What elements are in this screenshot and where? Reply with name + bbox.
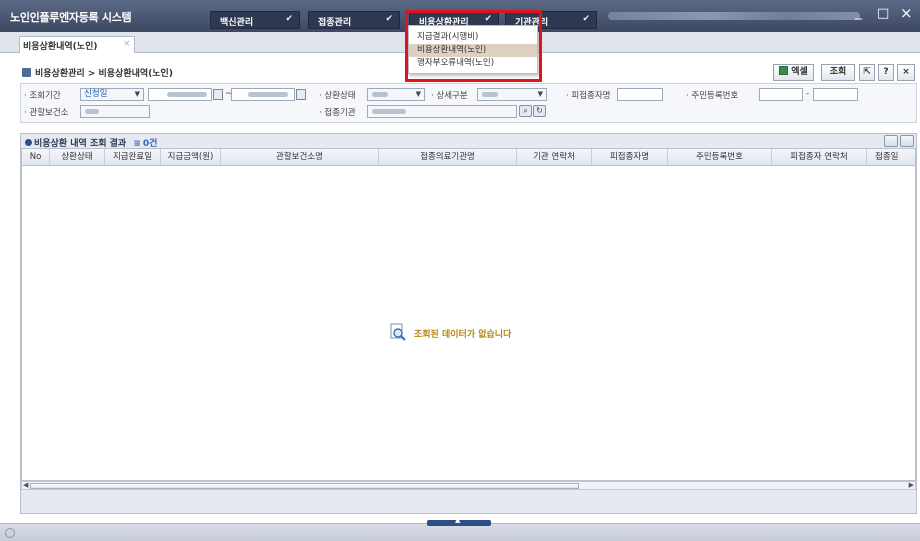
col-vaccination-date[interactable]: 접종일 bbox=[867, 149, 915, 166]
search-panel: · 조회기간 신청일 ▼ ~ · 상환상태 ▼ · 상세구분 ▼ · 피접종자명… bbox=[20, 83, 917, 123]
col-rrn[interactable]: 주민등록번호 bbox=[668, 149, 772, 166]
scroll-thumb[interactable] bbox=[30, 483, 579, 489]
rrn-back-input[interactable] bbox=[813, 88, 858, 101]
highlight-box bbox=[405, 10, 542, 82]
institution-label: · 접종기관 bbox=[319, 108, 356, 118]
search-icon[interactable]: ⌕ bbox=[519, 105, 532, 117]
chevron-up-icon: ▲ bbox=[455, 516, 461, 524]
col-payment-date[interactable]: 지급완료일 bbox=[105, 149, 161, 166]
vaccinee-name-input[interactable] bbox=[617, 88, 663, 101]
scroll-right-icon[interactable]: ▶ bbox=[909, 481, 914, 489]
health-center-label: · 관할보건소 bbox=[24, 108, 69, 118]
app-title: 노인인플루엔자등록 시스템 bbox=[10, 11, 132, 24]
empty-message: 조회된 데이터가 없습니다 bbox=[414, 330, 512, 340]
col-no[interactable]: No bbox=[22, 149, 50, 166]
user-info-blurred bbox=[608, 12, 860, 20]
detail-label: · 상세구분 bbox=[431, 91, 468, 101]
rrn-front-input[interactable] bbox=[759, 88, 803, 101]
excel-button-label: 엑셀 bbox=[791, 67, 808, 77]
chevron-down-icon: ✔ bbox=[582, 14, 590, 24]
minimize-button[interactable]: _ bbox=[855, 4, 862, 20]
chevron-down-icon: ▼ bbox=[537, 90, 543, 98]
close-icon[interactable]: × bbox=[123, 39, 131, 49]
export-icon[interactable]: ⇱ bbox=[859, 64, 875, 81]
col-vaccinee-name[interactable]: 피접종자명 bbox=[592, 149, 668, 166]
chevron-down-icon: ✔ bbox=[385, 14, 393, 24]
chevron-down-icon: ✔ bbox=[285, 14, 293, 24]
grid-export-icon[interactable] bbox=[900, 135, 914, 147]
magnifier-document-icon bbox=[390, 323, 406, 341]
chevron-down-icon: ▼ bbox=[415, 90, 421, 98]
col-payment-amount[interactable]: 지급금액(원) bbox=[161, 149, 221, 166]
status-select[interactable]: ▼ bbox=[367, 88, 425, 101]
maximize-button[interactable]: □ bbox=[877, 6, 889, 21]
close-window-button[interactable]: × bbox=[900, 4, 913, 22]
page-icon bbox=[22, 68, 31, 77]
help-button[interactable]: ? bbox=[878, 64, 894, 81]
panel-toggle-handle[interactable]: ▲ bbox=[427, 516, 491, 526]
results-grid: 비용상환 내역 조회 결과 ≡ 0건 No 상환상태 지급완료일 지급금액(원) … bbox=[20, 133, 917, 514]
menu-label: 접종관리 bbox=[318, 18, 352, 28]
period-type-select[interactable]: 신청일 ▼ bbox=[80, 88, 144, 101]
period-label: · 조회기간 bbox=[24, 91, 61, 101]
menu-vaccination-management[interactable]: 접종관리 ✔ bbox=[308, 11, 400, 29]
horizontal-scrollbar[interactable]: ◀ ▶ bbox=[21, 481, 916, 490]
rrn-separator: - bbox=[806, 89, 810, 99]
status-icon bbox=[5, 528, 15, 538]
col-status[interactable]: 상환상태 bbox=[50, 149, 105, 166]
grid-column-header: No 상환상태 지급완료일 지급금액(원) 관할보건소명 접종의료기관명 기관 … bbox=[22, 149, 915, 166]
end-date-input[interactable] bbox=[231, 88, 295, 101]
breadcrumb: 비용상환관리 > 비용상환내역(노인) bbox=[22, 66, 173, 79]
col-health-center[interactable]: 관할보건소명 bbox=[221, 149, 379, 166]
tab-reimbursement-history[interactable]: 비용상환내역(노인) × bbox=[19, 36, 135, 53]
col-institution-contact[interactable]: 기관 연락처 bbox=[517, 149, 592, 166]
search-button[interactable]: 조회 bbox=[821, 64, 855, 81]
status-label: · 상환상태 bbox=[319, 91, 356, 101]
grid-header: 비용상환 내역 조회 결과 ≡ 0건 bbox=[21, 134, 916, 149]
reset-icon[interactable]: ↻ bbox=[533, 105, 546, 117]
close-page-button[interactable]: × bbox=[897, 64, 915, 81]
chevron-down-icon: ▼ bbox=[134, 90, 140, 98]
col-medical-institution[interactable]: 접종의료기관명 bbox=[379, 149, 517, 166]
menu-label: 백신관리 bbox=[220, 18, 254, 28]
menu-vaccine-management[interactable]: 백신관리 ✔ bbox=[210, 11, 300, 29]
grid-bullet-icon bbox=[25, 139, 32, 146]
start-date-input[interactable] bbox=[148, 88, 212, 101]
institution-input[interactable] bbox=[367, 105, 517, 118]
col-vaccinee-contact[interactable]: 피접종자 연락처 bbox=[772, 149, 867, 166]
excel-button[interactable]: 엑셀 bbox=[773, 64, 814, 81]
rrn-label: · 주민등록번호 bbox=[686, 91, 739, 101]
period-type-value: 신청일 bbox=[84, 89, 108, 99]
excel-icon bbox=[779, 66, 789, 75]
tab-label: 비용상환내역(노인) bbox=[23, 42, 98, 52]
scroll-left-icon[interactable]: ◀ bbox=[23, 481, 28, 489]
calendar-icon[interactable] bbox=[213, 89, 223, 100]
health-center-input[interactable] bbox=[80, 105, 150, 118]
calendar-icon[interactable] bbox=[296, 89, 306, 100]
detail-select[interactable]: ▼ bbox=[477, 88, 547, 101]
grid-body: No 상환상태 지급완료일 지급금액(원) 관할보건소명 접종의료기관명 기관 … bbox=[21, 148, 916, 481]
vaccinee-name-label: · 피접종자명 bbox=[566, 91, 611, 101]
grid-settings-icon[interactable] bbox=[884, 135, 898, 147]
breadcrumb-text: 비용상환관리 > 비용상환내역(노인) bbox=[35, 69, 173, 79]
